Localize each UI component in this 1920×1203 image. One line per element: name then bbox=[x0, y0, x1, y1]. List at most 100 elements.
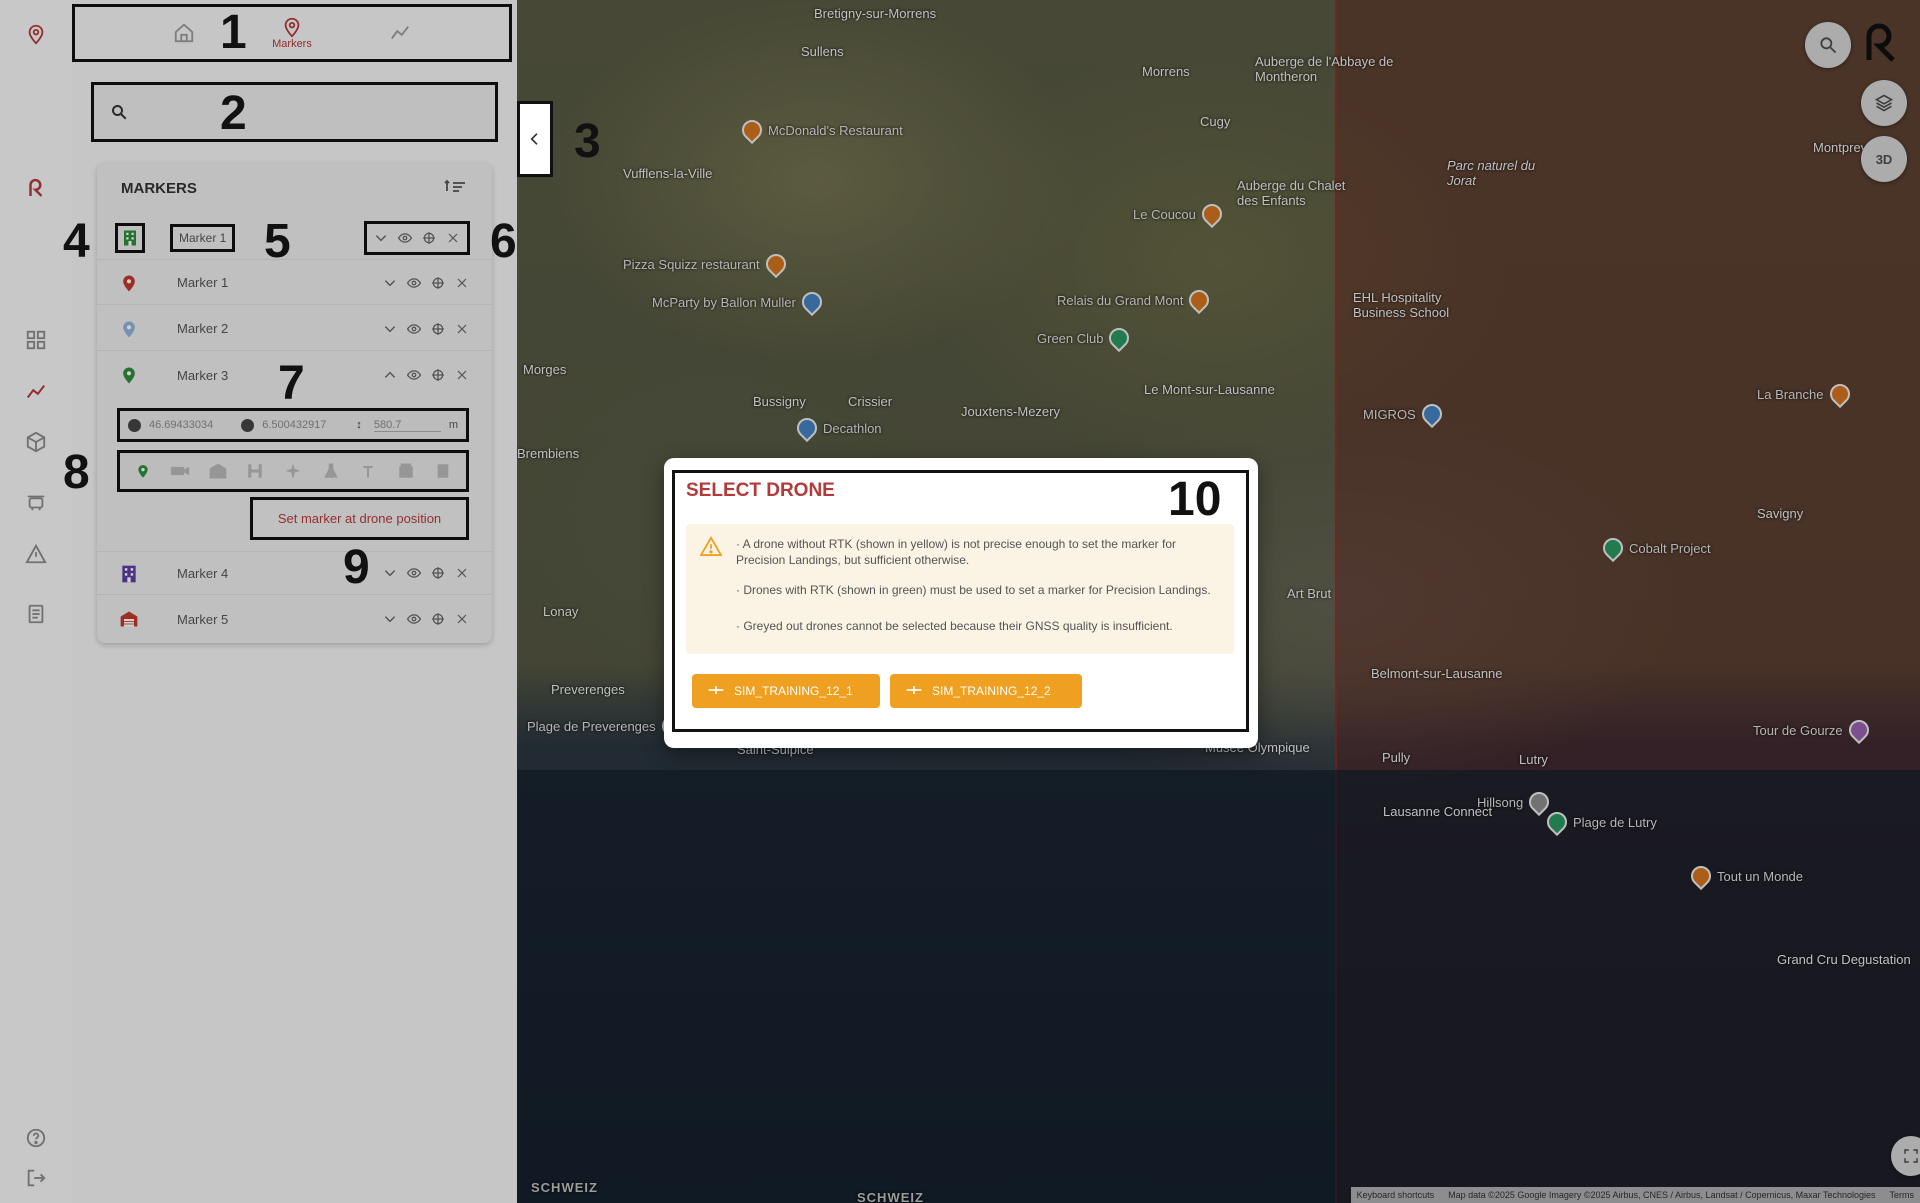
callout-number: 4 bbox=[63, 215, 90, 268]
map-pin-icon bbox=[284, 17, 300, 38]
crosshair-icon[interactable] bbox=[421, 230, 437, 246]
panel-top-nav: Markers bbox=[72, 4, 512, 62]
marker-actions bbox=[382, 367, 470, 383]
list-item[interactable]: Marker 1 bbox=[97, 261, 492, 305]
altitude-unit: m bbox=[448, 419, 458, 431]
search-input[interactable] bbox=[138, 104, 478, 120]
collapse-panel-button[interactable] bbox=[517, 101, 553, 177]
eye-icon[interactable] bbox=[406, 367, 422, 383]
logout-icon[interactable] bbox=[20, 1162, 52, 1194]
nav-analytics[interactable] bbox=[389, 22, 411, 44]
building-icon[interactable] bbox=[115, 223, 145, 253]
chevron-left-icon bbox=[530, 133, 538, 145]
crosshair-icon[interactable] bbox=[430, 367, 446, 383]
info-line-greyed: · Greyed out drones cannot be selected b… bbox=[736, 619, 1173, 633]
close-icon[interactable] bbox=[445, 230, 461, 246]
analytics-icon[interactable] bbox=[20, 376, 52, 408]
search-bar[interactable] bbox=[91, 82, 498, 142]
analytics-icon bbox=[390, 26, 409, 40]
close-icon[interactable] bbox=[454, 565, 470, 581]
set-marker-at-drone-button[interactable]: Set marker at drone position bbox=[250, 497, 469, 540]
list-item[interactable]: Marker 4 bbox=[97, 551, 492, 595]
eye-icon[interactable] bbox=[406, 275, 422, 291]
map-pin-icon bbox=[119, 365, 139, 385]
chevron-down-icon[interactable] bbox=[382, 611, 398, 627]
latitude-field[interactable]: 46.69433034 bbox=[149, 419, 233, 431]
chevron-down-icon[interactable] bbox=[382, 275, 398, 291]
callout-number: 1 bbox=[220, 6, 247, 59]
marker-name[interactable]: Marker 1 bbox=[170, 223, 236, 252]
globe-icon bbox=[128, 418, 141, 432]
drone-button[interactable]: SIM_TRAINING_12_1 bbox=[692, 674, 880, 708]
warning-icon bbox=[699, 536, 723, 560]
building-icon[interactable] bbox=[432, 460, 454, 482]
dashboard-icon[interactable] bbox=[20, 324, 52, 356]
nav-home[interactable] bbox=[173, 22, 195, 44]
close-icon[interactable] bbox=[454, 321, 470, 337]
warehouse-icon[interactable] bbox=[395, 460, 417, 482]
map-pin-icon[interactable] bbox=[132, 460, 154, 482]
callout-number: 10 bbox=[1168, 473, 1222, 526]
callout-number: 2 bbox=[220, 87, 247, 140]
airport-icon[interactable] bbox=[282, 460, 304, 482]
eye-icon[interactable] bbox=[406, 611, 422, 627]
marker-icon-picker bbox=[117, 450, 469, 492]
marker-actions bbox=[382, 565, 470, 581]
crosshair-icon[interactable] bbox=[430, 275, 446, 291]
markers-title: MARKERS bbox=[121, 180, 197, 197]
nav-markers[interactable]: Markers bbox=[272, 16, 312, 50]
garage-icon[interactable] bbox=[207, 460, 229, 482]
callout-number: 9 bbox=[343, 541, 370, 594]
drone-name: SIM_TRAINING_12_2 bbox=[932, 684, 1051, 698]
marker-actions bbox=[382, 611, 470, 627]
eye-icon[interactable] bbox=[406, 565, 422, 581]
close-icon[interactable] bbox=[454, 275, 470, 291]
callout-number: 7 bbox=[278, 357, 305, 410]
drone-icon bbox=[906, 684, 922, 699]
dialog-info-box: · A drone without RTK (shown in yellow) … bbox=[686, 524, 1234, 654]
crosshair-icon[interactable] bbox=[430, 611, 446, 627]
marker-name: Marker 1 bbox=[177, 275, 229, 290]
chevron-down-icon[interactable] bbox=[373, 230, 389, 246]
chevron-up-icon[interactable] bbox=[382, 367, 398, 383]
nav-markers-label: Markers bbox=[272, 38, 312, 50]
list-item[interactable]: Marker 2 bbox=[97, 307, 492, 351]
info-line-rtk-yellow: · A drone without RTK (shown in yellow) … bbox=[736, 537, 1176, 567]
lab-icon[interactable] bbox=[320, 460, 342, 482]
drone-icon bbox=[708, 684, 724, 699]
drone-icon[interactable] bbox=[20, 486, 52, 518]
warning-icon[interactable] bbox=[20, 538, 52, 570]
location-pin-icon[interactable] bbox=[20, 18, 52, 50]
document-icon[interactable] bbox=[20, 598, 52, 630]
chevron-down-icon[interactable] bbox=[382, 565, 398, 581]
close-icon[interactable] bbox=[454, 611, 470, 627]
help-icon[interactable] bbox=[20, 1122, 52, 1154]
close-icon[interactable] bbox=[454, 367, 470, 383]
longitude-field[interactable]: 6.500432917 bbox=[262, 419, 348, 431]
marker-actions bbox=[382, 275, 470, 291]
altitude-icon: ↕ bbox=[356, 419, 362, 431]
marker-name: Marker 2 bbox=[177, 321, 229, 336]
crosshair-icon[interactable] bbox=[430, 565, 446, 581]
drone-name: SIM_TRAINING_12_1 bbox=[734, 684, 853, 698]
marker-name: Marker 3 bbox=[177, 367, 229, 383]
home-icon bbox=[175, 23, 194, 43]
list-item[interactable]: Marker 1 bbox=[97, 216, 492, 260]
callout-number: 3 bbox=[574, 115, 601, 168]
map-pin-icon bbox=[119, 319, 139, 339]
coordinates-row: 46.69433034 6.500432917 ↕ 580.7 m bbox=[117, 408, 469, 442]
crosshair-icon[interactable] bbox=[430, 321, 446, 337]
eye-icon[interactable] bbox=[397, 230, 413, 246]
search-icon bbox=[112, 105, 127, 120]
chevron-down-icon[interactable] bbox=[382, 321, 398, 337]
globe-icon bbox=[241, 418, 255, 432]
sort-icon[interactable] bbox=[444, 179, 466, 198]
list-item[interactable]: Marker 5 bbox=[97, 597, 492, 641]
antenna-icon[interactable] bbox=[357, 460, 379, 482]
eye-icon[interactable] bbox=[406, 321, 422, 337]
drone-button[interactable]: SIM_TRAINING_12_2 bbox=[890, 674, 1082, 708]
helipad-icon[interactable] bbox=[244, 460, 266, 482]
cube-icon[interactable] bbox=[20, 426, 52, 458]
altitude-field[interactable]: 580.7 bbox=[373, 419, 441, 432]
camera-icon[interactable] bbox=[169, 460, 191, 482]
